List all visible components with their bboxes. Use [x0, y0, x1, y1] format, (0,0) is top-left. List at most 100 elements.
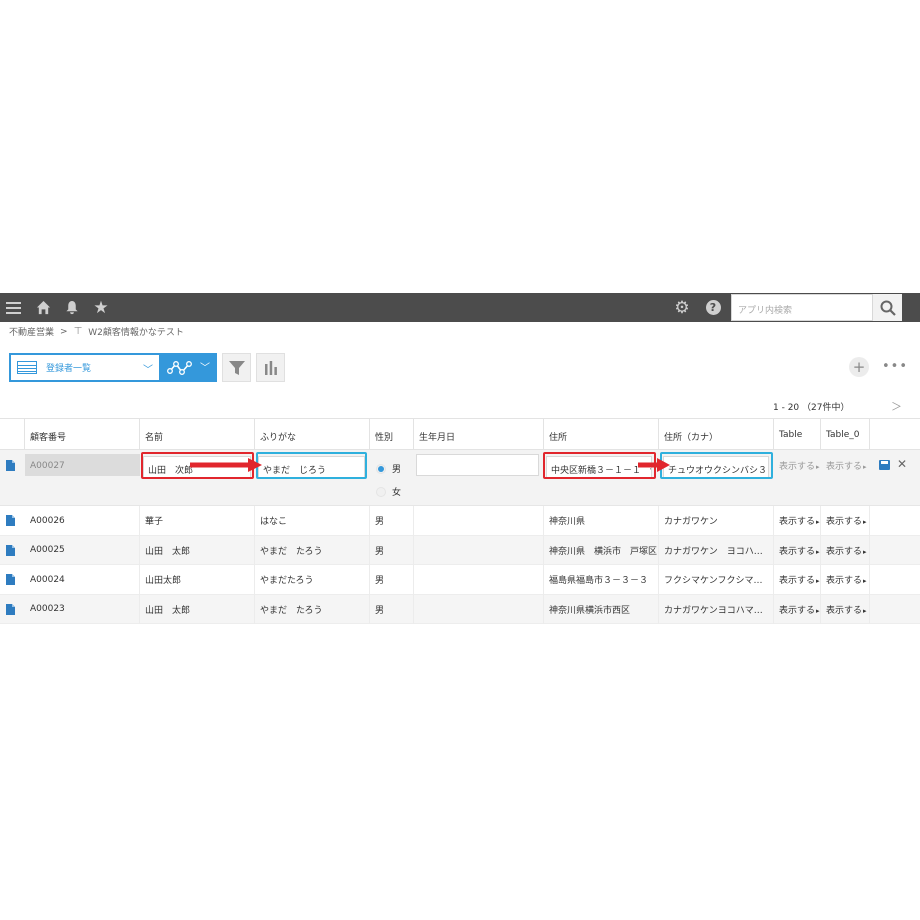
home-icon[interactable]	[32, 293, 54, 322]
star-icon[interactable]: ★	[90, 293, 112, 322]
table-cell-gender: 男	[370, 565, 414, 595]
table-cell-name: 山田 太郎	[140, 594, 255, 624]
column-header[interactable]: Table_0	[821, 419, 870, 450]
table-row: A00024 山田太郎 やまだたろう男福島県福島市３－３－３ フクシマケンフクシマ… 表…	[0, 565, 920, 595]
radio-unselected-icon	[376, 486, 386, 497]
table-cell-furigana: やまだたろう	[255, 565, 370, 595]
table-cell-id: A00024	[25, 565, 140, 595]
funnel-icon	[228, 360, 245, 375]
breadcrumb-app-link[interactable]: W2顧客情報かなテスト	[88, 325, 184, 338]
column-header[interactable]: 名前	[140, 419, 255, 450]
table-cell-table0[interactable]: 表示する	[821, 594, 870, 624]
radio-label: 女	[392, 488, 402, 498]
birthday-input[interactable]	[416, 454, 539, 476]
table-cell-furigana: やまだ たろう	[255, 535, 370, 565]
next-page-icon[interactable]: ＞	[891, 398, 902, 414]
table-cell-id: A00025	[25, 535, 140, 565]
annotation-blue-box	[660, 452, 773, 479]
view-selector-label: 登録者一覧	[46, 364, 92, 374]
view-selector[interactable]: 登録者一覧 ﹀	[9, 353, 161, 382]
header-spacer	[0, 419, 25, 450]
table-cell-address-kana: カナガワケン	[659, 506, 774, 536]
annotation-arrow	[190, 458, 262, 472]
table-cell-table[interactable]: 表示する	[774, 565, 821, 595]
customer-id-field: A00027	[25, 454, 140, 476]
filter-button[interactable]	[222, 353, 251, 382]
pin-icon: ⊤	[73, 326, 83, 337]
search-icon[interactable]	[873, 294, 902, 321]
more-options-icon[interactable]: •••	[882, 359, 908, 374]
pagination-label: 1 - 20 （27件中）	[773, 403, 850, 413]
document-icon[interactable]	[6, 460, 15, 471]
table-header: 顧客番号 名前 ふりがな 性別 生年月日 住所 住所（カナ） Table Tab…	[0, 418, 920, 450]
table-cell-address-kana: フクシマケンフクシマ…	[659, 565, 774, 595]
radio-label: 男	[392, 465, 402, 475]
table-cell-table[interactable]: 表示する	[774, 535, 821, 565]
document-icon[interactable]	[6, 574, 15, 586]
column-header[interactable]: Table	[774, 419, 821, 450]
document-icon[interactable]	[6, 544, 15, 556]
document-icon[interactable]	[6, 603, 15, 615]
column-header[interactable]: 住所（カナ）	[659, 419, 774, 450]
column-header[interactable]: 住所	[544, 419, 659, 450]
add-record-button[interactable]: +	[849, 357, 869, 377]
table-view-icon	[17, 361, 37, 374]
table-row: A00026華子はなこ男神奈川県カナガワケン表示する表示する	[0, 506, 920, 536]
table-cell-furigana: やまだ たろう	[255, 594, 370, 624]
graph-chart-button[interactable]	[256, 353, 285, 382]
annotation-blue-box	[256, 452, 367, 479]
table-cell-address: 福島県福島市３－３－３	[544, 565, 659, 595]
table0-link[interactable]: 表示する	[821, 455, 870, 475]
breadcrumb-space-link[interactable]: 不動産営業	[9, 325, 54, 338]
column-header[interactable]: 顧客番号	[25, 419, 140, 450]
table-cell-table0[interactable]: 表示する	[821, 565, 870, 595]
table-cell-table0[interactable]: 表示する	[821, 506, 870, 536]
help-icon[interactable]: ?	[703, 293, 723, 322]
process-graph-button[interactable]: ﹀	[161, 353, 217, 382]
table-cell-address-kana: カナガワケンヨコハマ…	[659, 594, 774, 624]
table-cell-birthday	[414, 565, 544, 595]
table-link[interactable]: 表示する	[774, 455, 821, 475]
table-cell-table[interactable]: 表示する	[774, 506, 821, 536]
app-search-input[interactable]: アプリ内検索	[731, 294, 873, 321]
table-cell-birthday	[414, 594, 544, 624]
column-header[interactable]: 性別	[370, 419, 414, 450]
cancel-icon[interactable]: ✕	[897, 457, 907, 471]
chevron-down-icon: ﹀	[200, 363, 210, 374]
table-cell-address: 神奈川県	[544, 506, 659, 536]
table-row: A00023 山田 太郎 やまだ たろう男神奈川県横浜市西区 カナガワケンヨコハマ… 表…	[0, 594, 920, 624]
table-cell-name: 山田 太郎	[140, 535, 255, 565]
table-cell-address-kana: カナガワケン ヨコハ…	[659, 535, 774, 565]
table-cell-birthday	[414, 535, 544, 565]
menu-icon[interactable]	[2, 293, 24, 322]
column-header[interactable]: ふりがな	[255, 419, 370, 450]
column-header[interactable]: 生年月日	[414, 419, 544, 450]
table-cell-table[interactable]: 表示する	[774, 594, 821, 624]
table-cell-furigana: はなこ	[255, 506, 370, 536]
table-cell-birthday	[414, 506, 544, 536]
annotation-arrow	[638, 458, 670, 472]
table-cell-id: A00023	[25, 594, 140, 624]
gear-icon[interactable]: ⚙	[672, 293, 692, 322]
breadcrumb-separator: >	[60, 326, 68, 337]
bell-icon[interactable]	[61, 293, 83, 322]
breadcrumb: 不動産営業 > ⊤ W2顧客情報かなテスト	[9, 325, 184, 338]
table-cell-gender: 男	[370, 535, 414, 565]
graph-icon	[167, 360, 192, 375]
table-cell-table0[interactable]: 表示する	[821, 535, 870, 565]
table-cell-name: 山田太郎	[140, 565, 255, 595]
table-cell-name: 華子	[140, 506, 255, 536]
save-icon[interactable]	[879, 460, 890, 470]
table-cell-address: 神奈川県横浜市西区	[544, 594, 659, 624]
chevron-down-icon: ﹀	[143, 365, 153, 376]
table-cell-id: A00026	[25, 506, 140, 536]
gender-radio-male[interactable]: 男	[376, 462, 401, 475]
radio-selected-icon	[376, 463, 386, 474]
bar-chart-icon	[264, 360, 277, 375]
table-cell-gender: 男	[370, 594, 414, 624]
table-cell-address: 神奈川県 横浜市 戸塚区	[544, 535, 659, 565]
document-icon[interactable]	[6, 515, 15, 527]
table-row: A00025 山田 太郎 やまだ たろう男 神奈川県 横浜市 戸塚区 カナガワケン ヨコ…	[0, 535, 920, 565]
table-cell-gender: 男	[370, 506, 414, 536]
gender-radio-female[interactable]: 女	[376, 485, 401, 498]
